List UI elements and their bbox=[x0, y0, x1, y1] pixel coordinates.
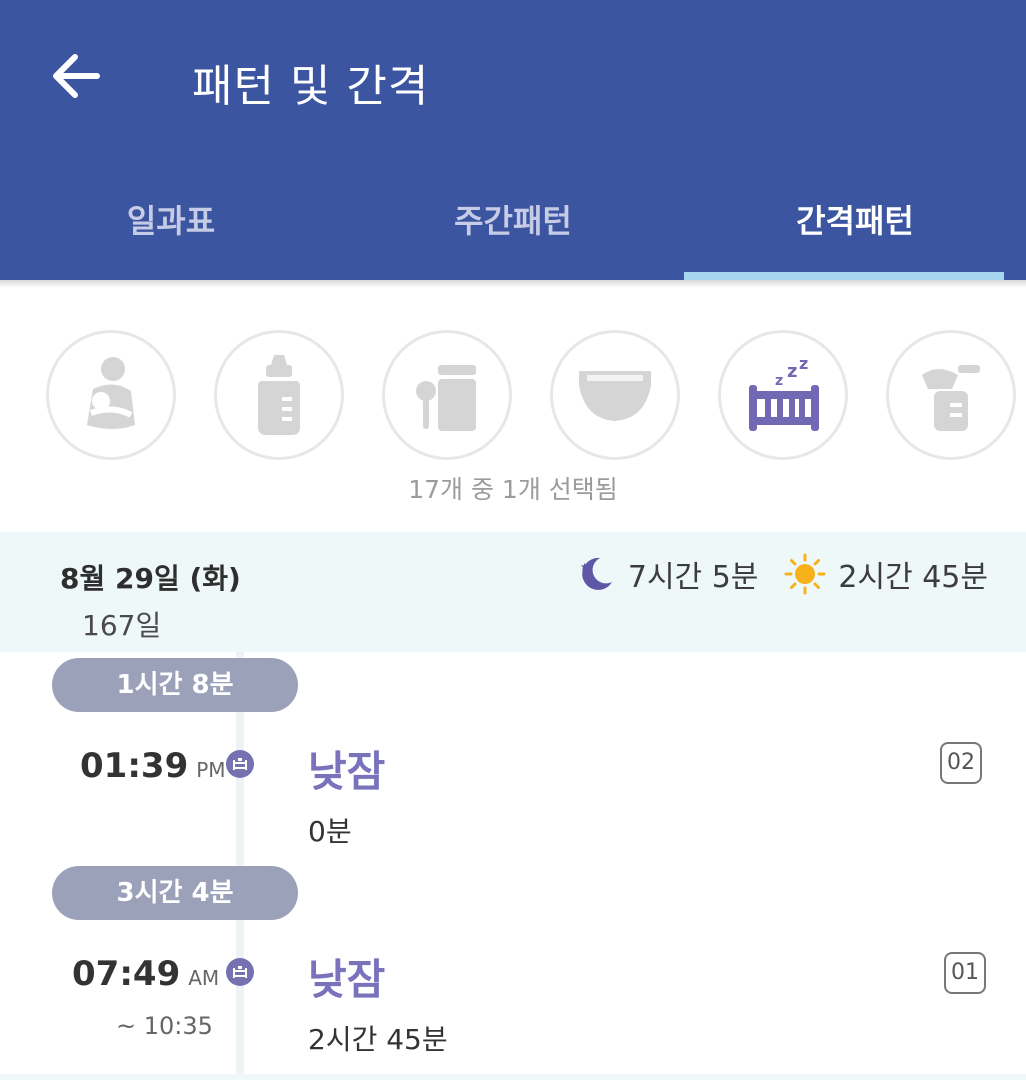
sleep-dot-icon bbox=[226, 750, 254, 778]
sun-icon bbox=[784, 553, 826, 595]
entry-time: 07:49 AM bbox=[72, 954, 219, 994]
breastfeeding-icon bbox=[87, 357, 135, 429]
sleep-summary: ★ ★ 7시간 5분 2시간 45분 bbox=[576, 552, 988, 596]
entry-index-badge: 02 bbox=[940, 742, 982, 784]
svg-text:z: z bbox=[799, 355, 808, 373]
night-sleep-total: 7시간 5분 bbox=[627, 560, 759, 595]
diaper-icon bbox=[579, 371, 651, 421]
filter-sleep[interactable]: z z z bbox=[718, 330, 848, 460]
entry-duration: 2시간 45분 bbox=[308, 1023, 448, 1056]
page-title: 패턴 및 간격 bbox=[192, 61, 430, 112]
arrow-left-icon bbox=[53, 54, 100, 98]
bottom-divider bbox=[0, 1074, 1026, 1080]
tab-bar: 일과표 주간패턴 간격패턴 bbox=[0, 170, 1026, 280]
baby-age-days: 167일 bbox=[82, 609, 162, 642]
back-button[interactable] bbox=[44, 44, 108, 108]
moon-icon: ★ ★ bbox=[576, 554, 616, 594]
day-header: 8월 29일 (화) 167일 ★ ★ 7시간 5분 2시간 45분 bbox=[0, 532, 1026, 652]
tab-weekly-pattern[interactable]: 주간패턴 bbox=[342, 170, 684, 280]
svg-text:★: ★ bbox=[580, 562, 589, 573]
svg-text:★: ★ bbox=[586, 574, 592, 582]
entry-time-value: 01:39 bbox=[80, 746, 189, 786]
svg-text:z: z bbox=[775, 373, 783, 389]
entry-time: 01:39 PM bbox=[80, 746, 226, 786]
filter-breastfeeding[interactable] bbox=[46, 330, 176, 460]
entry-name[interactable]: 낮잠 bbox=[308, 738, 385, 799]
interval-pill: 3시간 4분 bbox=[52, 866, 298, 920]
entry-time-value: 07:49 bbox=[72, 954, 181, 994]
filter-diaper[interactable] bbox=[550, 330, 680, 460]
breast-pump-icon bbox=[922, 365, 980, 431]
app-bar: 패턴 및 간격 일과표 주간패턴 간격패턴 bbox=[0, 0, 1026, 280]
baby-food-icon bbox=[416, 365, 476, 431]
sleep-crib-icon: z z z bbox=[749, 355, 819, 431]
tab-interval-pattern[interactable]: 간격패턴 bbox=[684, 170, 1026, 280]
selected-count: 17개 중 1개 선택됨 bbox=[408, 475, 618, 504]
app-bar-shadow bbox=[0, 280, 1026, 288]
filter-bottle[interactable] bbox=[214, 330, 344, 460]
day-date: 8월 29일 (화) bbox=[60, 562, 241, 595]
day-sleep-total: 2시간 45분 bbox=[838, 560, 988, 595]
entry-name[interactable]: 낮잠 bbox=[308, 946, 385, 1007]
interval-pill: 1시간 8분 bbox=[52, 658, 298, 712]
entry-ampm: AM bbox=[188, 966, 220, 990]
sleep-dot-icon bbox=[226, 958, 254, 986]
entry-index-badge: 01 bbox=[944, 952, 986, 994]
entry-ampm: PM bbox=[196, 758, 226, 782]
svg-text:z: z bbox=[787, 361, 797, 382]
entry-duration: 0분 bbox=[308, 815, 352, 848]
entry-end-time: ~ 10:35 bbox=[116, 1012, 213, 1040]
timeline-line bbox=[236, 652, 244, 1076]
filter-baby-food[interactable] bbox=[382, 330, 512, 460]
filter-breast-pump[interactable] bbox=[886, 330, 1016, 460]
bottle-icon bbox=[258, 355, 300, 435]
tab-daily-schedule[interactable]: 일과표 bbox=[0, 170, 342, 280]
activity-filter-row: z z z bbox=[0, 326, 1026, 466]
